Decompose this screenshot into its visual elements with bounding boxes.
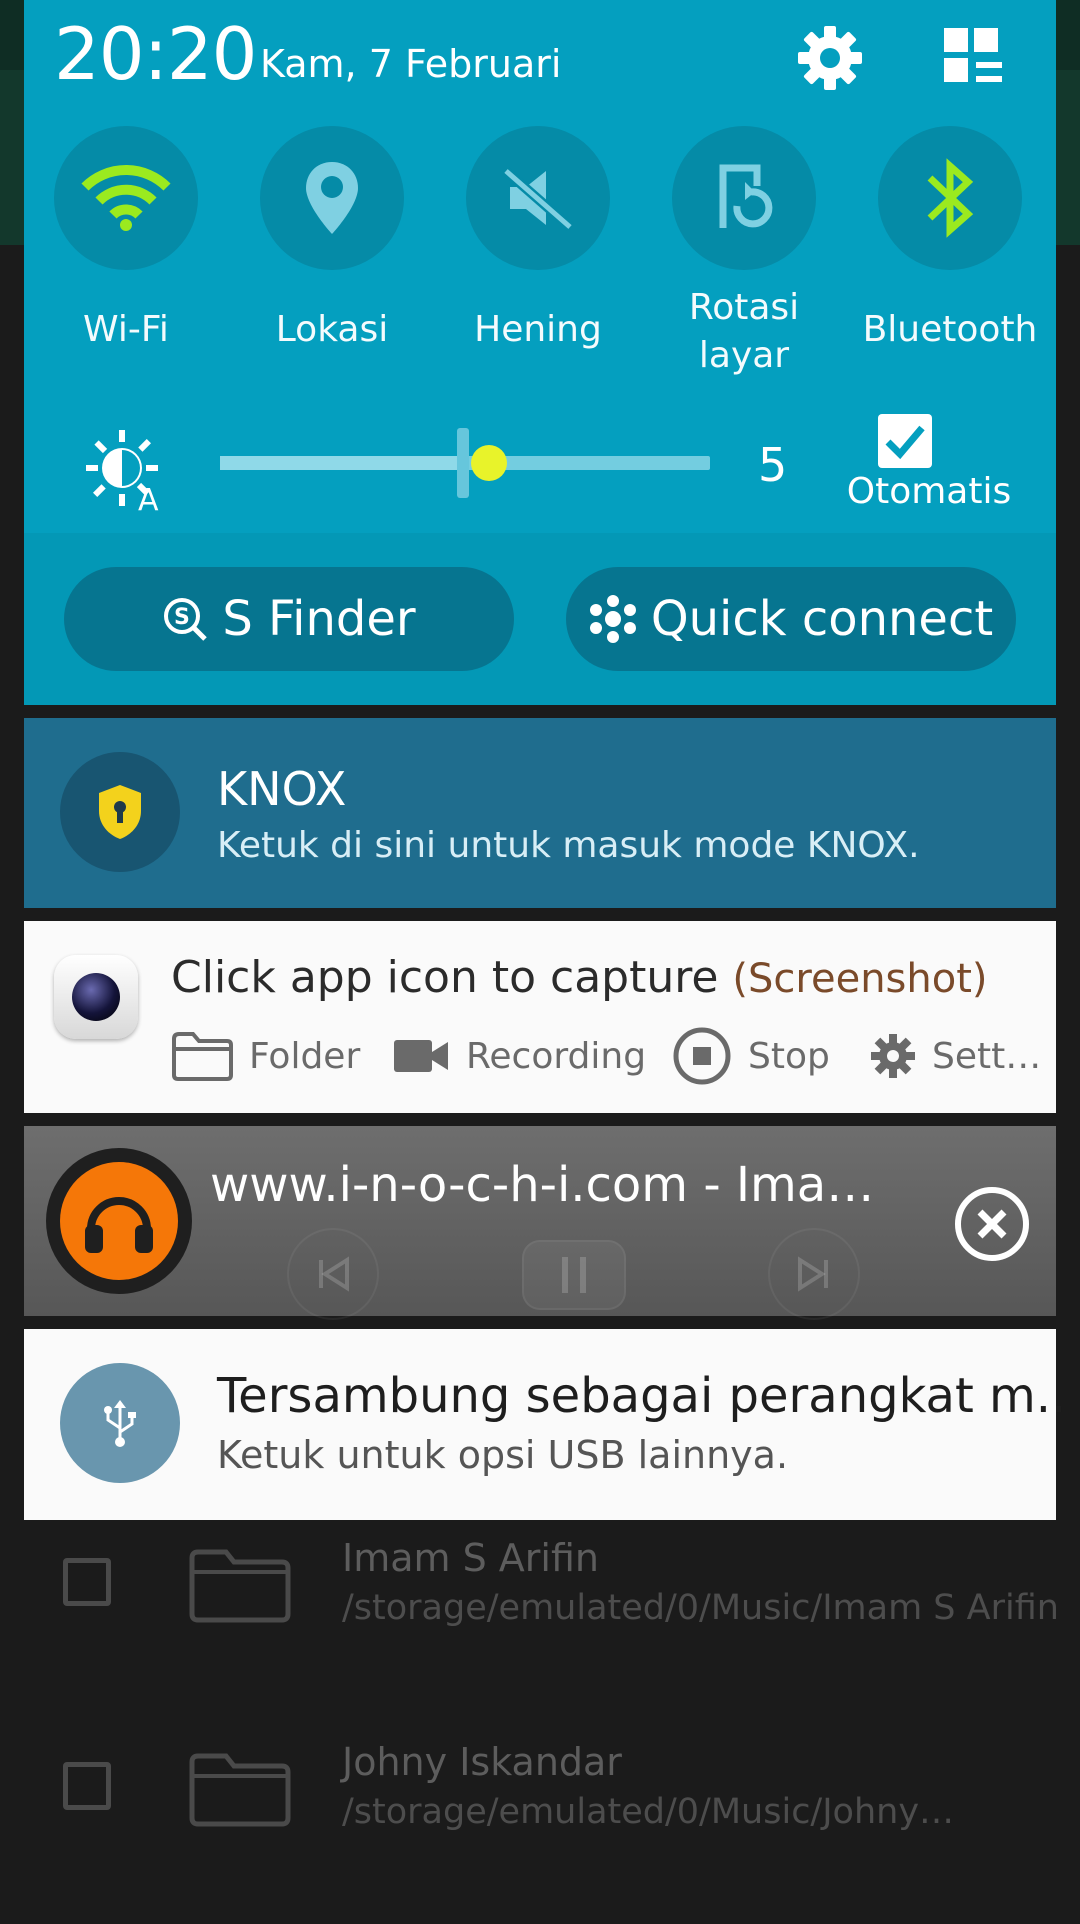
settings-gear-icon[interactable] — [794, 22, 866, 94]
brightness-slider-fill — [220, 456, 465, 470]
s-finder-label: S Finder — [222, 591, 416, 647]
knox-subtitle: Ketuk di sini untuk masuk mode KNOX. — [217, 825, 920, 866]
quick-settings-panel: 20:20 Kam, 7 Februari Wi-Fi Lokasi Henin… — [24, 0, 1056, 533]
screenshot-app-icon — [54, 955, 138, 1039]
tile-wifi[interactable] — [54, 126, 198, 270]
usb-subtitle: Ketuk untuk opsi USB lainnya. — [217, 1433, 789, 1477]
screenshot-app-name: (Screenshot) — [732, 956, 988, 1002]
close-icon[interactable] — [954, 1186, 1030, 1262]
background-list-item: Imam S Arifin /storage/emulated/0/Music/… — [0, 1520, 1080, 1720]
usb-icon-badge — [60, 1363, 180, 1483]
edit-tiles-grid-icon[interactable] — [938, 22, 1010, 94]
s-finder-search-icon: S — [164, 598, 208, 641]
music-app-icon — [46, 1148, 192, 1294]
tile-label-location: Lokasi — [275, 309, 389, 350]
screenshot-title: Click app icon to capture (Screenshot) — [171, 952, 988, 1003]
date: Kam, 7 Februari — [260, 42, 562, 86]
quick-actions-bar: S S Finder Quick connect — [24, 533, 1056, 705]
folder-path: /storage/emulated/0/Music/Johny… — [342, 1792, 955, 1832]
quick-connect-button[interactable]: Quick connect — [566, 567, 1016, 671]
checkbox — [63, 1558, 111, 1606]
video-camera-icon — [394, 1040, 448, 1072]
mute-icon — [502, 167, 574, 231]
headphones-icon — [85, 1197, 153, 1253]
folder-path: /storage/emulated/0/Music/Imam S Arifin — [342, 1588, 1059, 1628]
previous-track-button[interactable] — [287, 1228, 379, 1320]
knox-icon-badge — [60, 752, 180, 872]
screen-rotation-icon — [719, 164, 773, 228]
previous-icon — [319, 1256, 349, 1292]
tile-bluetooth[interactable] — [878, 126, 1022, 270]
settings-action[interactable]: Sett… — [870, 1026, 1041, 1086]
folder-name: Imam S Arifin — [342, 1536, 600, 1580]
background-list-item: Johny Iskandar /storage/emulated/0/Music… — [0, 1724, 1080, 1924]
folder-icon — [189, 1549, 291, 1623]
auto-brightness-icon: A — [86, 430, 159, 512]
pause-icon — [562, 1257, 586, 1293]
tile-label-bluetooth: Bluetooth — [862, 309, 1038, 350]
checkmark-icon — [885, 425, 925, 460]
tile-label-screen-rotation: Rotasi layar — [688, 287, 800, 376]
knox-title: KNOX — [217, 762, 347, 816]
music-track-title: www.i-n-o-c-h-i.com - Ima… — [210, 1157, 875, 1213]
next-icon — [798, 1256, 828, 1292]
screenshot-notification[interactable]: Click app icon to capture (Screenshot) F… — [24, 921, 1056, 1113]
usb-title: Tersambung sebagai perangkat m.. — [217, 1368, 1067, 1424]
knox-notification[interactable]: KNOX Ketuk di sini untuk masuk mode KNOX… — [24, 718, 1056, 908]
bluetooth-icon — [927, 158, 974, 238]
svg-text:A: A — [138, 483, 159, 512]
clock: 20:20 — [54, 12, 257, 96]
tile-label-wifi: Wi-Fi — [83, 309, 169, 350]
brightness-default-tick — [457, 428, 469, 498]
quick-connect-label: Quick connect — [650, 591, 994, 647]
brightness-value: 5 — [758, 438, 788, 492]
location-icon — [306, 162, 358, 234]
checkbox — [63, 1762, 111, 1810]
folder-icon — [189, 1753, 291, 1827]
auto-brightness-label: Otomatis — [846, 471, 1012, 512]
tile-mute[interactable] — [466, 126, 610, 270]
pause-button[interactable] — [522, 1240, 626, 1310]
knox-shield-icon — [99, 785, 141, 839]
brightness-slider-thumb[interactable] — [471, 445, 507, 481]
svg-text:S: S — [174, 605, 190, 630]
usb-icon — [104, 1400, 136, 1447]
next-track-button[interactable] — [768, 1228, 860, 1320]
tile-label-mute: Hening — [474, 309, 602, 350]
stop-icon — [673, 1027, 731, 1085]
folder-action[interactable]: Folder — [171, 1026, 360, 1086]
folder-icon — [172, 1032, 233, 1081]
auto-brightness-checkbox[interactable] — [878, 414, 932, 468]
usb-notification[interactable]: Tersambung sebagai perangkat m.. Ketuk u… — [24, 1329, 1066, 1520]
wifi-icon — [81, 165, 171, 231]
folder-name: Johny Iskandar — [342, 1740, 622, 1784]
music-player-notification[interactable]: www.i-n-o-c-h-i.com - Ima… — [24, 1126, 1056, 1320]
tile-location[interactable] — [260, 126, 404, 270]
quick-connect-icon — [589, 595, 636, 643]
stop-action[interactable]: Stop — [672, 1026, 830, 1086]
recording-action[interactable]: Recording — [392, 1026, 646, 1086]
gear-icon — [871, 1034, 915, 1078]
s-finder-button[interactable]: S S Finder — [64, 567, 514, 671]
tile-screen-rotation[interactable] — [672, 126, 816, 270]
